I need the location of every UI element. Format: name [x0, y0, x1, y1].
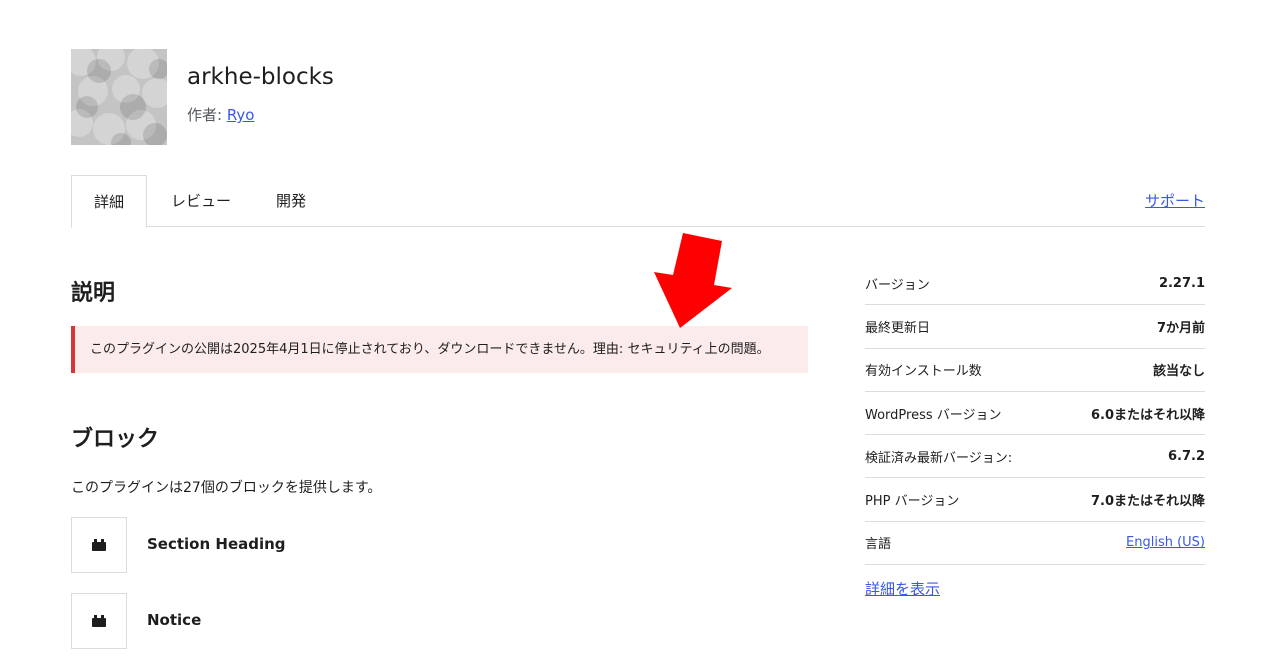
language-link[interactable]: English (US) [1126, 535, 1205, 550]
meta-value: 7.0またはそれ以降 [1090, 494, 1205, 510]
blocks-heading: ブロック [71, 427, 160, 452]
author-label: 作者: [187, 106, 227, 124]
block-item-section-heading: Section Heading [71, 517, 571, 573]
meta-row-php-version: PHP バージョン 7.0またはそれ以降 [865, 478, 1205, 522]
red-arrow-down-icon [640, 228, 740, 337]
meta-row-last-updated: 最終更新日 7か月前 [865, 305, 1205, 349]
blocks-intro: このプラグインは27個のブロックを提供します。 [71, 480, 382, 496]
meta-row-language: 言語 English (US) [865, 522, 1205, 566]
meta-value: 該当なし [1152, 364, 1205, 380]
meta-value: 7か月前 [1156, 320, 1205, 336]
plugin-author: 作者: Ryo [187, 104, 254, 125]
block-default-icon [71, 593, 127, 649]
plugin-banner-icon [71, 49, 167, 145]
meta-value: 2.27.1 [1158, 275, 1205, 291]
meta-label: 最終更新日 [865, 320, 931, 336]
meta-row-wp-version: WordPress バージョン 6.0またはそれ以降 [865, 392, 1205, 436]
meta-label: 検証済み最新バージョン: [865, 450, 1013, 466]
author-link[interactable]: Ryo [227, 106, 255, 124]
plugin-tabs: 詳細 レビュー 開発 サポート [71, 175, 1205, 228]
meta-label: 言語 [865, 537, 892, 553]
meta-label: PHP バージョン [865, 494, 960, 510]
meta-row-version: バージョン 2.27.1 [865, 262, 1205, 306]
show-details-link[interactable]: 詳細を表示 [865, 578, 940, 599]
block-default-icon [71, 517, 127, 573]
meta-row-tested-up-to: 検証済み最新バージョン: 6.7.2 [865, 435, 1205, 479]
block-name: Section Heading [147, 535, 286, 553]
tab-development[interactable]: 開発 [254, 175, 328, 227]
meta-value: 6.7.2 [1167, 448, 1205, 464]
description-heading: 説明 [71, 281, 116, 306]
tab-reviews[interactable]: レビュー [149, 175, 253, 227]
block-item-notice: Notice [71, 593, 571, 649]
support-link[interactable]: サポート [1145, 175, 1205, 227]
meta-label: 有効インストール数 [865, 364, 982, 380]
meta-label: バージョン [865, 277, 930, 293]
meta-label: WordPress バージョン [865, 407, 1002, 423]
tab-details[interactable]: 詳細 [71, 175, 148, 228]
meta-row-active-installs: 有効インストール数 該当なし [865, 349, 1205, 392]
plugin-meta: バージョン 2.27.1 最終更新日 7か月前 有効インストール数 該当なし W… [865, 262, 1205, 566]
plugin-title: arkhe-blocks [187, 64, 334, 90]
meta-value: 6.0またはそれ以降 [1090, 407, 1205, 423]
block-name: Notice [147, 611, 202, 629]
